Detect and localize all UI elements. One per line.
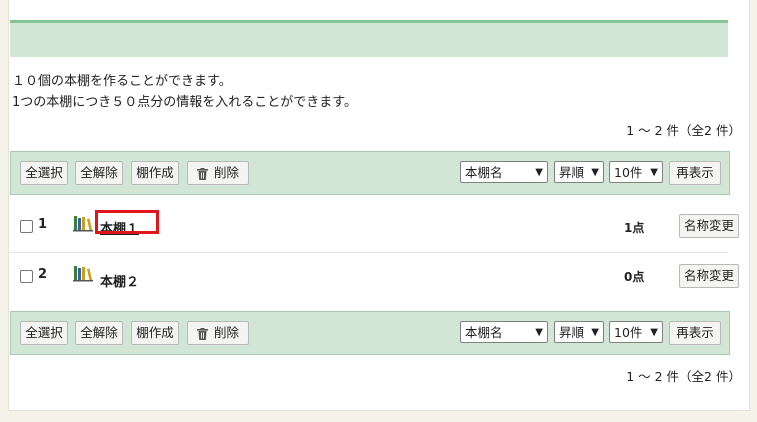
- shelf-2-checkbox[interactable]: [20, 270, 33, 283]
- delete-label: 削除: [213, 165, 239, 180]
- sort-order-value: 昇順: [559, 165, 585, 180]
- result-count-bottom: 1 ～ 2 件（全2 件）: [626, 369, 741, 384]
- list-item: 2 本棚２ 0点 名称変更: [10, 264, 739, 318]
- list-item: 1 本棚１ 1点 名称変更: [10, 210, 739, 268]
- sort-order-value: 昇順: [559, 325, 585, 340]
- row-divider: [10, 252, 728, 253]
- select-all-button[interactable]: 全選択: [20, 321, 68, 345]
- info-line-2: 1つの本棚につき５０点分の情報を入れることができます。: [12, 95, 357, 110]
- toolbar-bottom: 全選択 全解除 棚作成 削除 本棚名 ▼ 昇順 ▼ 10件 ▼ 再表示: [10, 311, 730, 355]
- header-bar: [10, 20, 728, 57]
- trash-icon: [196, 327, 208, 340]
- shelf-1-checkbox[interactable]: [20, 220, 33, 233]
- trash-icon: [196, 167, 208, 180]
- chevron-down-icon: ▼: [650, 327, 658, 338]
- delete-button[interactable]: 削除: [187, 161, 249, 185]
- bookshelf-icon: [73, 216, 93, 232]
- deselect-all-button[interactable]: 全解除: [75, 161, 123, 185]
- chevron-down-icon: ▼: [535, 167, 543, 178]
- select-all-button[interactable]: 全選択: [20, 161, 68, 185]
- rename-button[interactable]: 名称変更: [679, 264, 739, 288]
- chevron-down-icon: ▼: [591, 167, 599, 178]
- create-shelf-button[interactable]: 棚作成: [131, 161, 179, 185]
- delete-button[interactable]: 削除: [187, 321, 249, 345]
- per-page-value: 10件: [614, 325, 643, 340]
- shelf-1-number: 1: [38, 217, 48, 232]
- redisplay-button[interactable]: 再表示: [669, 161, 721, 185]
- toolbar-top: 全選択 全解除 棚作成 削除 本棚名 ▼ 昇順 ▼ 10件 ▼ 再表示: [10, 151, 730, 195]
- shelf-1-points: 1点: [624, 221, 645, 235]
- sort-order-select[interactable]: 昇順 ▼: [554, 161, 604, 183]
- deselect-all-button[interactable]: 全解除: [75, 321, 123, 345]
- per-page-select[interactable]: 10件 ▼: [609, 321, 663, 343]
- bookshelf-icon: [73, 266, 93, 282]
- sort-field-select[interactable]: 本棚名 ▼: [460, 321, 548, 343]
- chevron-down-icon: ▼: [650, 167, 658, 178]
- sort-field-value: 本棚名: [465, 325, 503, 340]
- sort-order-select[interactable]: 昇順 ▼: [554, 321, 604, 343]
- per-page-value: 10件: [614, 165, 643, 180]
- create-shelf-button[interactable]: 棚作成: [131, 321, 179, 345]
- chevron-down-icon: ▼: [591, 327, 599, 338]
- delete-label: 削除: [213, 325, 239, 340]
- sort-field-select[interactable]: 本棚名 ▼: [460, 161, 548, 183]
- rename-button[interactable]: 名称変更: [679, 214, 739, 238]
- highlight-box: [95, 210, 159, 234]
- shelf-2-link[interactable]: 本棚２: [100, 271, 139, 290]
- info-line-1: １０個の本棚を作ることができます。: [12, 74, 232, 89]
- result-count-top: 1 ～ 2 件（全2 件）: [626, 123, 741, 138]
- chevron-down-icon: ▼: [535, 327, 543, 338]
- sort-field-value: 本棚名: [465, 165, 503, 180]
- shelf-2-points: 0点: [624, 270, 645, 284]
- per-page-select[interactable]: 10件 ▼: [609, 161, 663, 183]
- shelf-2-number: 2: [38, 267, 48, 282]
- redisplay-button[interactable]: 再表示: [669, 321, 721, 345]
